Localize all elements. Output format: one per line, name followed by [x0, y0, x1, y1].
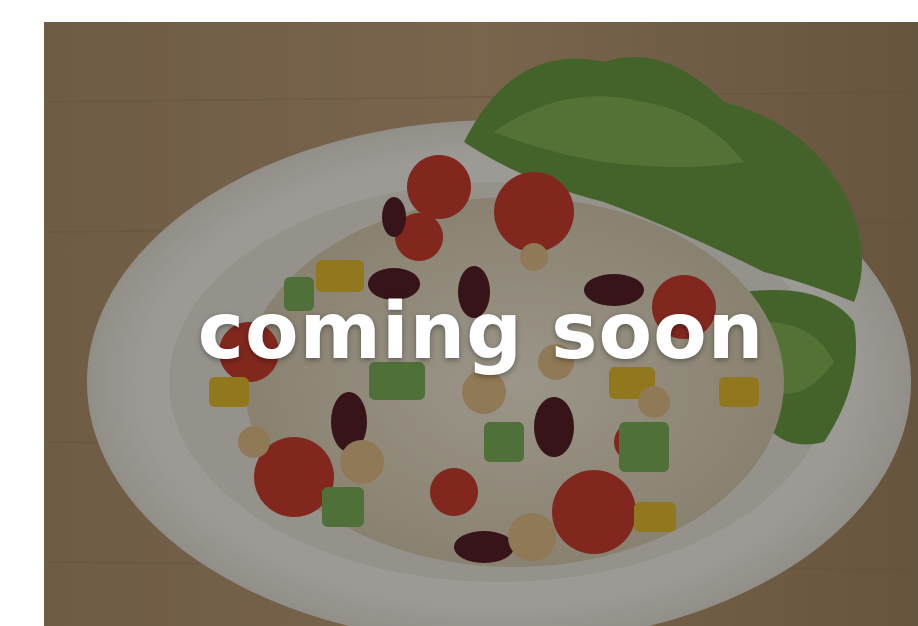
page: coming soon — [0, 0, 918, 626]
coming-soon-message: coming soon — [197, 287, 765, 377]
hero-image: coming soon — [44, 22, 918, 626]
